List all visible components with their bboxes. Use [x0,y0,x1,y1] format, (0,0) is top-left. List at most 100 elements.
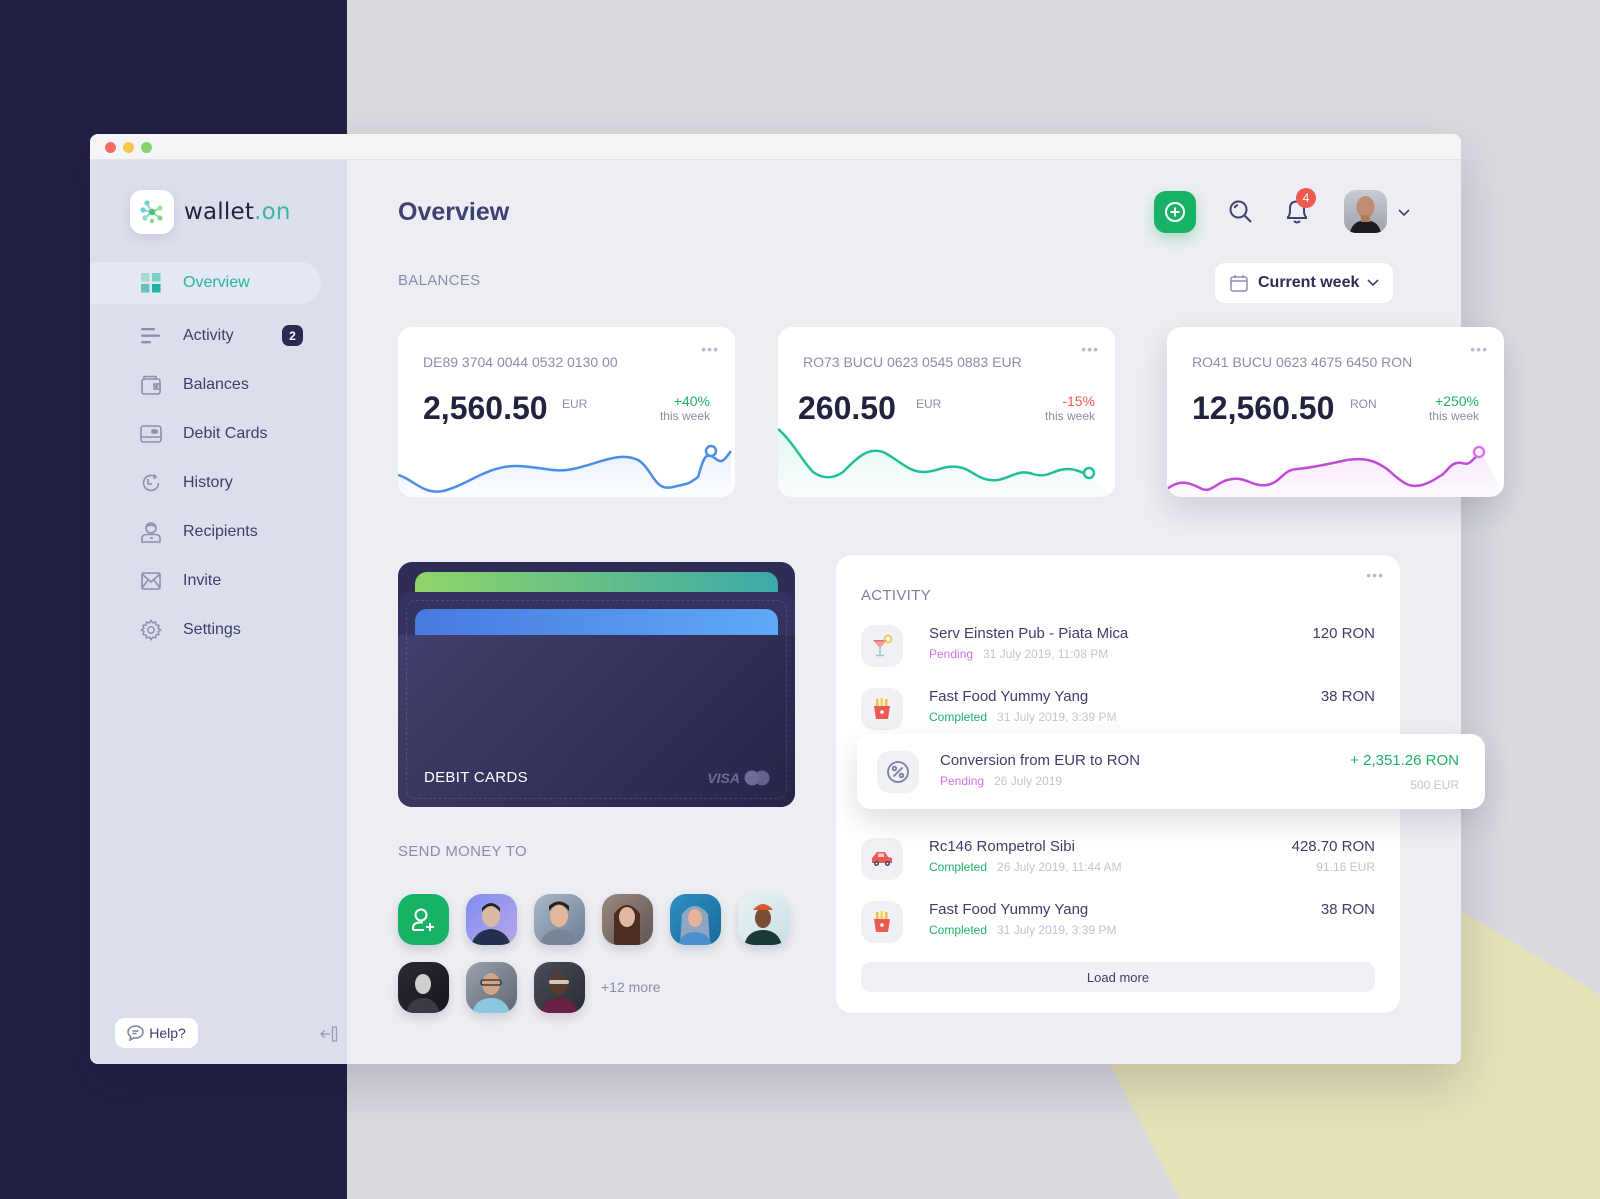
activity-icon [140,325,162,347]
main-content: Overview 4 BALANCES Current week DE89 37… [347,160,1504,1064]
sidebar-item-label: Debit Cards [183,424,268,442]
activity-name: Serv Einsten Pub - Piata Mica [929,625,1129,642]
balance-currency: RON [1350,397,1377,411]
window-close-button[interactable] [105,142,116,153]
brand-name: wallet.on [184,199,291,225]
activity-date: 31 July 2019, 11:08 PM [983,647,1109,661]
activity-name: Fast Food Yummy Yang [929,688,1089,705]
activity-row[interactable]: Serv Einsten Pub - Piata Mica Pending 31 … [861,625,1375,675]
notifications-button[interactable]: 4 [1284,188,1316,230]
sidebar-item-history[interactable]: History [90,458,347,507]
history-icon [140,472,162,494]
period-select[interactable]: Current week [1215,263,1393,303]
search-icon [1229,200,1252,223]
recipient-avatar[interactable] [602,894,653,945]
recipient-avatar[interactable] [398,962,449,1013]
balance-card[interactable]: RO41 BUCU 0623 4675 6450 RON 12,560.50 R… [1167,327,1504,497]
card-more-button[interactable]: ••• [1081,341,1099,357]
sidebar-item-invite[interactable]: Invite [90,556,347,605]
fries-icon [861,688,903,730]
card-more-button[interactable]: ••• [701,341,719,357]
grid-icon [140,272,162,294]
add-recipient-button[interactable] [398,894,449,945]
activity-row[interactable]: Fast Food Yummy Yang Completed 31 July 20… [861,688,1375,738]
balance-card[interactable]: RO73 BUCU 0623 0545 0883 EUR 260.50 EUR … [778,327,1115,497]
balance-card[interactable]: DE89 3704 0044 0532 0130 00 2,560.50 EUR… [398,327,735,497]
sidebar-item-overview[interactable]: Overview [90,262,321,304]
recipient-avatar[interactable] [738,894,789,945]
collapse-icon [320,1026,338,1042]
more-recipients-link[interactable]: +12 more [601,979,661,995]
sidebar-item-label: Balances [183,375,249,393]
car-icon [861,838,903,880]
sparkline-chart [398,444,732,497]
activity-date: 26 July 2019 [994,774,1063,788]
sidebar-item-activity[interactable]: Activity 2 [90,311,347,360]
period-select-value: Current week [1258,274,1360,291]
activity-meta: Completed 26 July 2019, 11:44 AM [929,860,1122,874]
recipient-avatar[interactable] [534,894,585,945]
app-window: wallet.on Overview Activity 2 Balances D… [90,134,1504,1064]
fries-icon [861,901,903,943]
account-iban: RO73 BUCU 0623 0545 0883 EUR [803,354,1022,370]
activity-meta: Pending 26 July 2019 [940,774,1062,788]
card-icon [140,423,162,445]
sidebar-item-label: Overview [183,274,250,291]
page-title: Overview [398,198,510,226]
sparkline-area [1167,454,1504,497]
activity-more-button[interactable]: ••• [1366,567,1384,583]
activity-heading: ACTIVITY [861,587,931,604]
activity-row[interactable]: Rc146 Rompetrol Sibi Completed 26 July 20… [861,838,1375,888]
sidebar-item-label: Activity [183,326,234,344]
recipients-icon [140,521,162,543]
debit-cards-wallet[interactable]: DEBIT CARDS VISA [398,562,795,807]
logo[interactable]: wallet.on [130,190,291,234]
sidebar-item-settings[interactable]: Settings [90,605,347,654]
recipient-avatar[interactable] [670,894,721,945]
account-iban: DE89 3704 0044 0532 0130 00 [423,354,618,370]
percent-icon [877,751,919,793]
card-more-button[interactable]: ••• [1470,341,1488,357]
gear-icon [140,618,162,641]
status-badge: Pending [929,647,974,661]
sparkline-endpoint [1472,445,1486,459]
help-button[interactable]: Help? [115,1018,198,1048]
debit-cards-label: DEBIT CARDS [424,769,528,786]
activity-amount: + 2,351.26 RON [1350,752,1459,769]
user-avatar[interactable] [1344,190,1387,233]
recipient-avatar[interactable] [466,894,517,945]
window-maximize-button[interactable] [141,142,152,153]
search-button[interactable] [1228,199,1254,230]
load-more-button[interactable]: Load more [861,962,1375,992]
sidebar: wallet.on Overview Activity 2 Balances D… [90,160,347,1064]
sidebar-item-debit-cards[interactable]: Debit Cards [90,409,347,458]
activity-name: Rc146 Rompetrol Sibi [929,838,1075,855]
balance-currency: EUR [562,397,588,411]
activity-row-highlighted[interactable]: Conversion from EUR to RON Pending 26 Jul… [857,734,1485,809]
activity-sub-amount: 91.16 EUR [1316,860,1375,874]
cocktail-icon [861,625,903,667]
add-button[interactable] [1154,191,1196,233]
activity-date: 26 July 2019, 11:44 AM [997,860,1122,874]
balance-currency: EUR [916,397,942,411]
recipient-avatar[interactable] [534,962,585,1013]
account-menu-chevron[interactable] [1398,204,1410,222]
logo-icon [130,190,174,234]
sidebar-item-balances[interactable]: Balances [90,360,347,409]
recipient-avatar[interactable] [466,962,517,1013]
window-minimize-button[interactable] [123,142,134,153]
sidebar-nav: Overview Activity 2 Balances Debit Cards… [90,262,347,654]
status-badge: Completed [929,923,988,937]
status-badge: Completed [929,860,988,874]
activity-meta: Pending 31 July 2019, 11:08 PM [929,647,1108,661]
activity-amount: 428.70 RON [1291,838,1375,855]
help-label: Help? [149,1025,186,1041]
notification-badge: 4 [1296,188,1316,208]
calendar-icon [1230,275,1248,292]
collapse-sidebar-button[interactable] [320,1026,338,1047]
activity-row[interactable]: Fast Food Yummy Yang Completed 31 July 20… [861,901,1375,951]
sidebar-item-recipients[interactable]: Recipients [90,507,347,556]
wallet-icon [140,374,162,396]
chevron-down-icon [1398,209,1410,217]
activity-date: 31 July 2019, 3:39 PM [997,710,1117,724]
